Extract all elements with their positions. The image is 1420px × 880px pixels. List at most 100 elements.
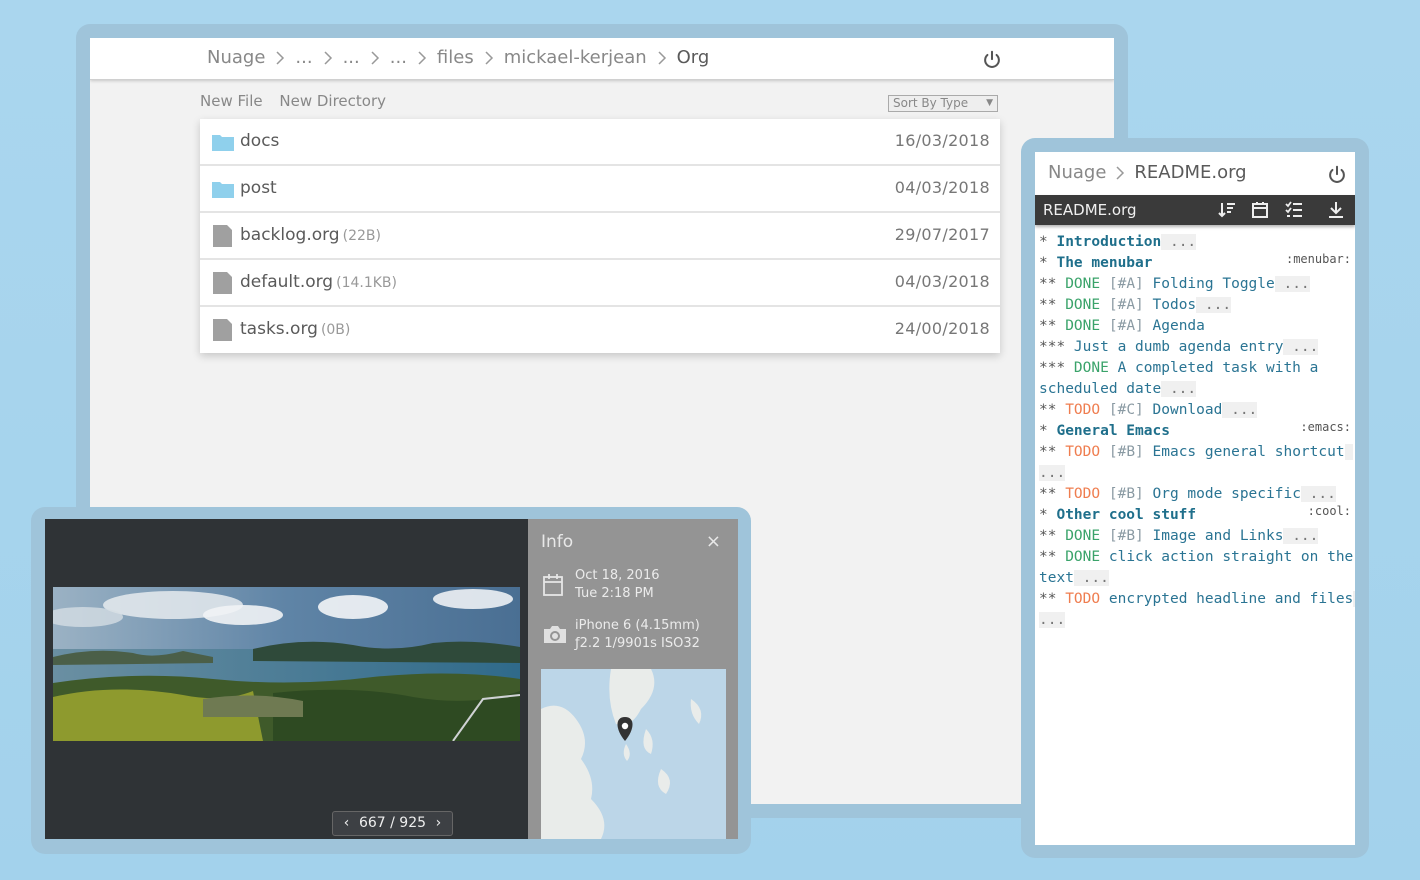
file-name-text: docs	[240, 131, 280, 151]
headline-keyword[interactable]: TODO	[1065, 402, 1100, 418]
headline-title: The menubar	[1056, 255, 1153, 271]
file-icon	[213, 319, 232, 341]
chevron-right-icon	[485, 50, 493, 65]
headline-priority: [#A]	[1108, 318, 1144, 334]
org-toolbar: README.org	[1035, 195, 1355, 225]
folder-icon	[212, 182, 234, 198]
file-name-text: tasks.org	[240, 319, 318, 339]
breadcrumb-item[interactable]: ...	[390, 47, 407, 68]
org-headline[interactable]: ** TODO [#B] Emacs general shortcut ...	[1039, 442, 1355, 484]
file-name: tasks.org (0B)	[240, 319, 350, 339]
info-date-line1: Oct 18, 2016	[575, 568, 660, 583]
headline-keyword[interactable]: DONE	[1065, 297, 1100, 313]
breadcrumb-item[interactable]: mickael-kerjean	[504, 47, 647, 68]
headline-tag: :cool:	[1307, 504, 1351, 518]
org-document: * Introduction ... * The menubar:menubar:…	[1039, 232, 1355, 631]
chevron-right-icon	[658, 50, 666, 65]
info-pane: Info × Oct 18, 2016 Tue 2:18 PM iPhone 6…	[528, 519, 738, 839]
headline-stars: **	[1039, 549, 1066, 565]
file-row[interactable]: post 04/03/2018	[200, 166, 1000, 213]
chevron-left-icon[interactable]: ‹	[339, 812, 355, 834]
headline-stars: **	[1039, 402, 1066, 418]
breadcrumb-item-nuage[interactable]: Nuage	[1048, 162, 1106, 183]
info-camera-line2: ƒ2.2 1/9901s ISO32	[575, 636, 700, 651]
headline-ellipsis[interactable]: ...	[1222, 402, 1258, 418]
org-headline[interactable]: ** DONE [#B] Image and Links ...	[1039, 526, 1355, 547]
org-headline[interactable]: * The menubar:menubar:	[1039, 252, 1355, 274]
headline-priority: [#A]	[1108, 276, 1144, 292]
headline-ellipsis[interactable]: ...	[1196, 297, 1232, 313]
headline-stars: **	[1039, 297, 1066, 313]
file-date: 16/03/2018	[894, 131, 990, 150]
info-title: Info	[541, 532, 574, 552]
org-headline[interactable]: ** DONE [#A] Agenda	[1039, 316, 1355, 337]
file-name: backlog.org (22B)	[240, 225, 381, 245]
file-row[interactable]: tasks.org (0B) 24/00/2018	[200, 307, 1000, 353]
headline-priority: [#C]	[1108, 402, 1144, 418]
headline-stars: *	[1039, 507, 1057, 523]
org-headline[interactable]: *** Just a dumb agenda entry ...	[1039, 337, 1355, 358]
headline-stars: **	[1039, 591, 1066, 607]
org-headline[interactable]: ** TODO encrypted headline and files ...	[1039, 589, 1355, 631]
org-headline[interactable]: *** DONE A completed task with a schedul…	[1039, 358, 1355, 400]
breadcrumb-item[interactable]: files	[437, 47, 474, 68]
file-row[interactable]: default.org (14.1KB) 04/03/2018	[200, 260, 1000, 307]
headline-ellipsis[interactable]: ...	[1274, 276, 1310, 292]
breadcrumb-item[interactable]: ...	[295, 47, 312, 68]
headline-keyword[interactable]: DONE	[1074, 360, 1109, 376]
location-map[interactable]	[541, 669, 726, 839]
new-file-button[interactable]: New File	[200, 92, 263, 110]
checklist-icon[interactable]	[1284, 200, 1304, 220]
headline-ellipsis[interactable]: ...	[1300, 486, 1336, 502]
file-actions: New File New Directory	[200, 92, 398, 110]
file-icon	[213, 272, 232, 294]
headline-keyword[interactable]: TODO	[1065, 444, 1100, 460]
calendar-icon[interactable]	[1250, 200, 1270, 220]
headline-ellipsis[interactable]: ...	[1161, 234, 1197, 250]
headline-title: Emacs general shortcut	[1152, 444, 1345, 460]
headline-stars: **	[1039, 528, 1066, 544]
headline-keyword[interactable]: DONE	[1065, 318, 1100, 334]
headline-stars: *	[1039, 234, 1057, 250]
org-breadcrumb: Nuage README.org	[1048, 162, 1247, 183]
power-icon[interactable]	[1326, 164, 1348, 186]
image-viewer-window: ‹ 667 / 925 › Info × Oct 18, 2016 Tue 2:…	[45, 519, 738, 839]
breadcrumb-item-current: Org	[676, 47, 710, 68]
file-size: (22B)	[342, 228, 381, 244]
file-row[interactable]: backlog.org (22B) 29/07/2017	[200, 213, 1000, 260]
headline-ellipsis[interactable]: ...	[1283, 339, 1319, 355]
close-icon[interactable]: ×	[706, 531, 721, 552]
sort-select[interactable]: Sort By Type ▼	[888, 95, 998, 112]
chevron-right-icon	[418, 50, 426, 65]
chevron-right-icon[interactable]: ›	[430, 812, 446, 834]
file-name-text: post	[240, 178, 277, 198]
breadcrumb-item[interactable]: ...	[343, 47, 360, 68]
headline-ellipsis[interactable]: ...	[1073, 570, 1109, 586]
org-headline[interactable]: ** DONE [#A] Folding Toggle ...	[1039, 274, 1355, 295]
headline-ellipsis[interactable]: ...	[1283, 528, 1319, 544]
headline-keyword[interactable]: DONE	[1065, 528, 1100, 544]
org-headline[interactable]: * Other cool stuff:cool:	[1039, 504, 1355, 526]
headline-keyword[interactable]: DONE	[1065, 276, 1100, 292]
headline-keyword[interactable]: TODO	[1065, 486, 1100, 502]
headline-title: Just a dumb agenda entry	[1073, 339, 1284, 355]
headline-keyword[interactable]: DONE	[1065, 549, 1100, 565]
file-name-text: default.org	[240, 272, 334, 292]
headline-stars: **	[1039, 318, 1066, 334]
org-viewer-header: Nuage README.org	[1035, 152, 1355, 195]
org-headline[interactable]: * General Emacs:emacs:	[1039, 420, 1355, 442]
org-headline[interactable]: ** DONE click action straight on the tex…	[1039, 547, 1355, 589]
file-icon	[213, 225, 232, 247]
file-name: default.org (14.1KB)	[240, 272, 397, 292]
power-icon[interactable]	[981, 49, 1003, 71]
download-icon[interactable]	[1326, 200, 1346, 220]
headline-keyword[interactable]: TODO	[1065, 591, 1100, 607]
file-date: 29/07/2017	[894, 225, 990, 244]
sort-icon[interactable]	[1217, 200, 1237, 220]
file-row[interactable]: docs 16/03/2018	[200, 119, 1000, 166]
chevron-right-icon	[324, 50, 332, 65]
org-headline[interactable]: ** DONE [#A] Todos ...	[1039, 295, 1355, 316]
new-directory-button[interactable]: New Directory	[279, 92, 386, 110]
breadcrumb-item[interactable]: Nuage	[207, 47, 265, 68]
headline-ellipsis[interactable]: ...	[1161, 381, 1197, 397]
